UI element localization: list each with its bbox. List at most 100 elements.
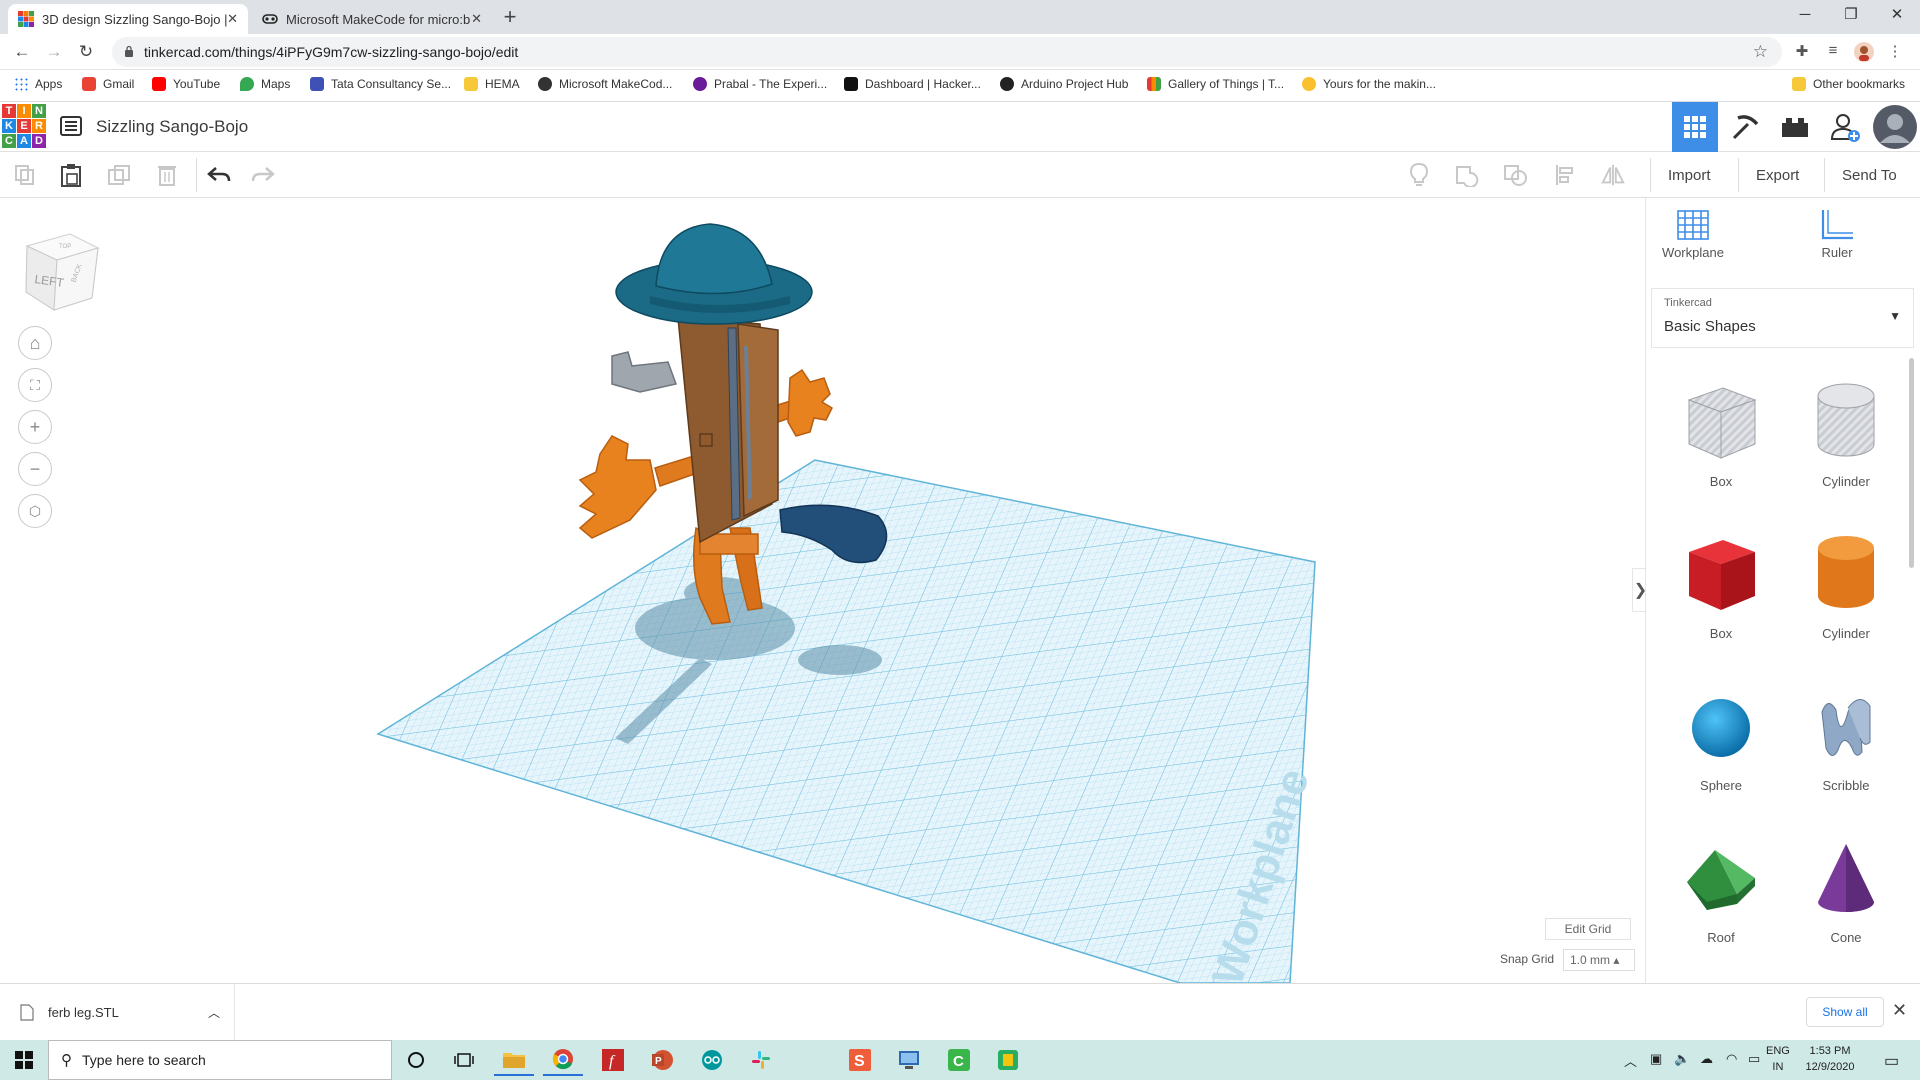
redo-button[interactable] xyxy=(250,162,276,188)
delete-button[interactable] xyxy=(154,162,180,188)
wifi-icon[interactable]: ◠ xyxy=(1726,1051,1737,1067)
zoom-in-button[interactable]: + xyxy=(18,410,52,444)
close-icon[interactable]: ✕ xyxy=(227,11,238,27)
edit-grid-button[interactable]: Edit Grid xyxy=(1545,918,1631,940)
chevron-up-icon[interactable]: ︿ xyxy=(208,1004,220,1021)
shape-sphere[interactable]: Sphere xyxy=(1666,682,1776,812)
volume-icon[interactable]: 🔈 xyxy=(1674,1051,1690,1067)
shape-cone[interactable]: Cone xyxy=(1791,834,1901,964)
media-app[interactable] xyxy=(988,1044,1028,1076)
mirror-button[interactable] xyxy=(1600,162,1626,188)
system-app[interactable] xyxy=(889,1044,929,1076)
shape-box[interactable]: Box xyxy=(1666,530,1776,660)
bookmark-arduino[interactable]: Arduino Project Hub xyxy=(1000,77,1128,91)
blocks-button[interactable] xyxy=(1722,102,1768,152)
bookmark-gmail[interactable]: Gmail xyxy=(82,77,134,91)
bookmark-star-icon[interactable]: ☆ xyxy=(1753,42,1768,62)
bookmark-makecode[interactable]: Microsoft MakeCod... xyxy=(538,77,672,91)
bookmark-maps[interactable]: Maps xyxy=(240,77,290,91)
bookmark-hackerrank[interactable]: Dashboard | Hacker... xyxy=(844,77,981,91)
undo-button[interactable] xyxy=(206,162,232,188)
notes-button[interactable] xyxy=(1406,162,1432,188)
shape-roof[interactable]: Roof xyxy=(1666,834,1776,964)
flash-app[interactable]: f xyxy=(593,1044,633,1076)
minimize-icon[interactable]: ─ xyxy=(1782,0,1828,30)
forward-icon[interactable]: → xyxy=(40,38,68,66)
powerpoint-app[interactable]: P xyxy=(642,1044,682,1076)
scratch-app[interactable]: S xyxy=(840,1044,880,1076)
perspective-button[interactable]: ⬡ xyxy=(18,494,52,528)
cortana-button[interactable] xyxy=(396,1044,436,1076)
bookmark-tcs[interactable]: Tata Consultancy Se... xyxy=(310,77,451,91)
bookmark-instructables[interactable]: Yours for the makin... xyxy=(1302,77,1436,91)
start-button[interactable] xyxy=(0,1040,48,1080)
file-explorer-app[interactable] xyxy=(494,1044,534,1076)
copy-button[interactable] xyxy=(12,162,38,188)
cloud-icon[interactable]: ☁ xyxy=(1700,1051,1713,1067)
media-control-icon[interactable]: ≡ xyxy=(1823,42,1843,62)
task-view-button[interactable] xyxy=(444,1044,484,1076)
collapse-panel-button[interactable]: ❯ xyxy=(1632,568,1645,612)
account-avatar[interactable] xyxy=(1872,102,1918,152)
bookmark-gallery[interactable]: Gallery of Things | T... xyxy=(1147,77,1284,91)
language-indicator[interactable]: ENG IN xyxy=(1766,1043,1790,1075)
reload-icon[interactable]: ↻ xyxy=(72,38,100,66)
chrome-app[interactable] xyxy=(543,1044,583,1076)
home-view-button[interactable]: ⌂ xyxy=(18,326,52,360)
shape-library-select[interactable]: Tinkercad Basic Shapes ▼ xyxy=(1651,288,1914,348)
close-window-icon[interactable]: ✕ xyxy=(1874,0,1920,30)
ungroup-button[interactable] xyxy=(1503,162,1529,188)
align-button[interactable] xyxy=(1552,162,1578,188)
import-button[interactable]: Import xyxy=(1654,158,1734,192)
panel-scrollbar[interactable] xyxy=(1909,358,1914,568)
system-clock[interactable]: 1:53 PM 12/9/2020 xyxy=(1800,1043,1860,1075)
arduino-app[interactable] xyxy=(692,1044,732,1076)
address-bar[interactable]: tinkercad.com/things/4iPFyG9m7cw-sizzlin… xyxy=(112,37,1782,67)
tab-makecode[interactable]: Microsoft MakeCode for micro:bi ✕ xyxy=(252,4,492,34)
workplane-tool[interactable]: Workplane xyxy=(1648,208,1738,260)
tray-chevron-icon[interactable]: ︿ xyxy=(1624,1051,1637,1070)
bookmark-hema[interactable]: HEMA xyxy=(464,77,520,91)
ruler-tool[interactable]: Ruler xyxy=(1792,208,1882,260)
snap-grid-select[interactable]: 1.0 mm ▴ xyxy=(1563,949,1635,971)
group-button[interactable] xyxy=(1454,162,1480,188)
paste-button[interactable] xyxy=(58,162,84,188)
3d-view-button[interactable] xyxy=(1672,102,1718,152)
show-all-downloads-button[interactable]: Show all xyxy=(1806,997,1884,1027)
scene-canvas[interactable]: Workplane xyxy=(0,198,1645,983)
tinkercad-logo[interactable]: T I N K E R C A D xyxy=(2,104,46,148)
shape-scribble[interactable]: Scribble xyxy=(1791,682,1901,812)
download-item[interactable]: ferb leg.STL ︿ xyxy=(20,984,235,1041)
profile-avatar-icon[interactable] xyxy=(1854,42,1874,62)
close-icon[interactable]: ✕ xyxy=(1892,1000,1907,1021)
shape-cylinder[interactable]: Cylinder xyxy=(1791,530,1901,660)
slack-app[interactable] xyxy=(741,1044,781,1076)
new-tab-button[interactable]: + xyxy=(496,6,524,30)
bookmark-apps[interactable]: Apps xyxy=(14,77,62,91)
send-to-button[interactable]: Send To xyxy=(1828,158,1916,192)
bricks-button[interactable] xyxy=(1772,102,1818,152)
taskbar-search[interactable]: ⚲ Type here to search xyxy=(48,1040,392,1080)
export-button[interactable]: Export xyxy=(1742,158,1820,192)
shape-box-hole[interactable]: Box xyxy=(1666,378,1776,508)
duplicate-button[interactable] xyxy=(106,162,132,188)
3d-workspace[interactable]: Workplane LEFT BACK TOP ⌂ ⛶ + − ⬡ Edit G… xyxy=(0,198,1645,983)
camtasia-app[interactable]: C xyxy=(939,1044,979,1076)
notifications-icon[interactable]: ▭ xyxy=(1884,1051,1899,1071)
fit-view-button[interactable]: ⛶ xyxy=(18,368,52,402)
design-menu-icon[interactable] xyxy=(60,116,82,136)
add-user-button[interactable] xyxy=(1822,102,1868,152)
tray-device-icon[interactable]: ▣ xyxy=(1650,1051,1662,1067)
bookmark-youtube[interactable]: YouTube xyxy=(152,77,220,91)
bookmark-other[interactable]: Other bookmarks xyxy=(1792,77,1905,91)
restore-icon[interactable]: ❐ xyxy=(1828,0,1874,30)
close-icon[interactable]: ✕ xyxy=(471,11,482,27)
view-cube[interactable]: LEFT BACK TOP xyxy=(22,228,102,318)
design-title[interactable]: Sizzling Sango-Bojo xyxy=(96,117,248,137)
zoom-out-button[interactable]: − xyxy=(18,452,52,486)
extensions-icon[interactable]: ✚ xyxy=(1792,42,1812,62)
browser-menu-icon[interactable]: ⋮ xyxy=(1885,42,1905,62)
bookmark-prabal[interactable]: Prabal - The Experi... xyxy=(693,77,827,91)
shape-cylinder-hole[interactable]: Cylinder xyxy=(1791,378,1901,508)
battery-icon[interactable]: ▭ xyxy=(1748,1051,1760,1067)
